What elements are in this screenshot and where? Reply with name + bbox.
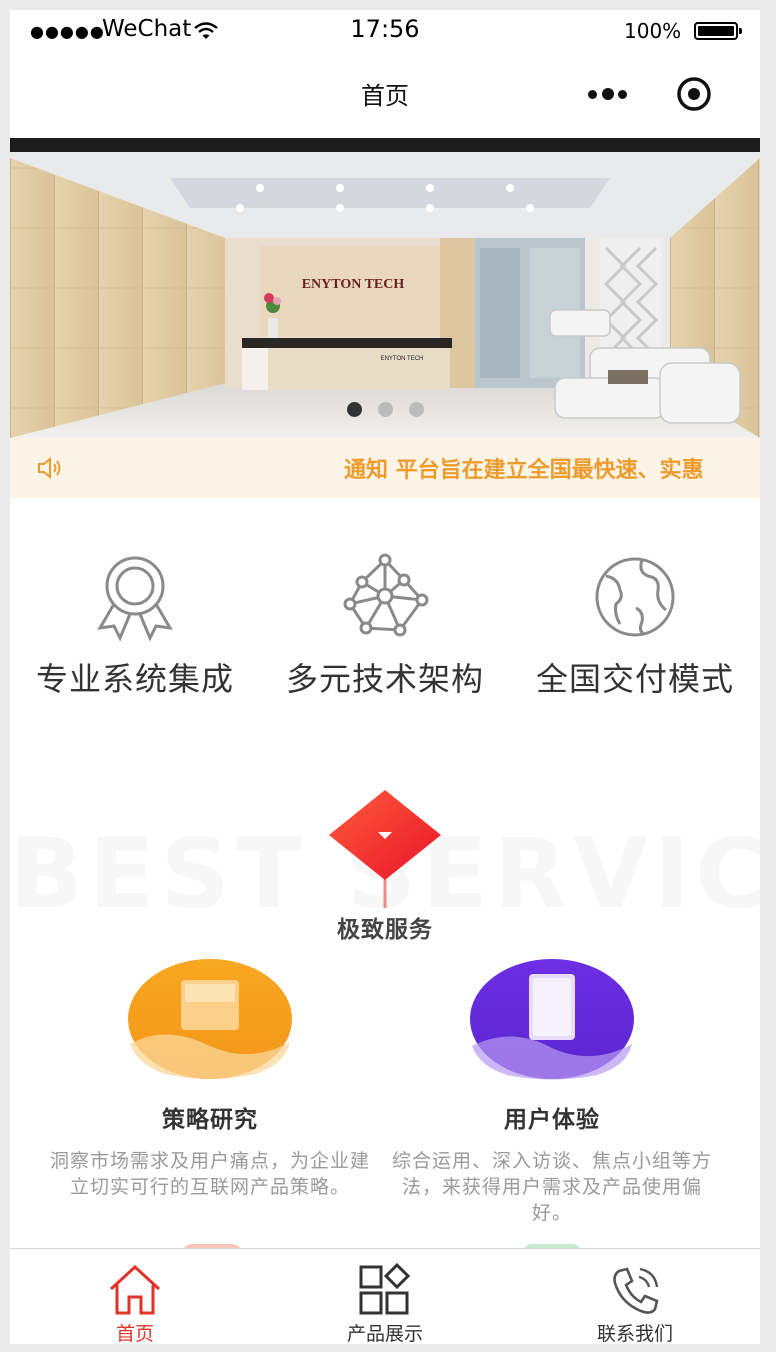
feature-label: 全国交付模式	[535, 660, 734, 698]
more-dots-icon[interactable]	[586, 82, 634, 106]
notice-text: 通知 平台旨在建立全国最快速、实惠	[344, 458, 704, 483]
tab-label: 首页	[115, 1323, 154, 1344]
tab-products[interactable]: 产品展示	[260, 1249, 510, 1344]
tab-bar: 首页 产品展示 联系我们	[10, 1248, 760, 1344]
feature-item-delivery[interactable]: 全国交付模式	[510, 552, 760, 700]
tab-home[interactable]: 首页	[10, 1249, 260, 1344]
carousel-dot[interactable]	[408, 402, 424, 417]
page-title: 首页	[361, 82, 409, 110]
globe-icon	[595, 557, 675, 637]
feature-label: 专业系统集成	[35, 660, 234, 698]
strategy-illustration-icon	[128, 959, 292, 1079]
phone-screen: ●●●●● WeChat 17:56 100% 首页 ENYTON TECH E…	[10, 10, 760, 1344]
service-card-user-experience[interactable]: 用户体验 综合运用、深入访谈、焦点小组等方法，来获得用户需求及产品使用偏好。	[392, 954, 712, 1226]
feature-label: 多元技术架构	[285, 660, 484, 698]
status-bar: ●●●●● WeChat 17:56 100%	[10, 10, 760, 52]
target-icon[interactable]	[676, 76, 712, 112]
home-icon	[109, 1264, 161, 1315]
feature-list: 专业系统集成 多元技术架构 全国交付模式	[10, 498, 760, 748]
service-card-strategy[interactable]: 策略研究 洞察市场需求及用户痛点，为企业建立切实可行的互联网产品策略。	[50, 954, 370, 1200]
tab-label: 产品展示	[346, 1323, 423, 1344]
network-nodes-icon	[343, 553, 429, 637]
carousel-dot[interactable]	[377, 402, 393, 417]
service-description: 综合运用、深入访谈、焦点小组等方法，来获得用户需求及产品使用偏好。	[392, 1150, 713, 1224]
notice-bar[interactable]: 通知 平台旨在建立全国最快速、实惠	[10, 438, 760, 498]
battery-icon	[694, 22, 742, 40]
service-name: 策略研究	[162, 1107, 258, 1133]
banner-carousel[interactable]: ENYTON TECH ENYTON TECH	[10, 138, 760, 438]
diamond-badge-icon	[329, 790, 441, 908]
tab-contact[interactable]: 联系我们	[510, 1249, 760, 1344]
award-ribbon-icon	[97, 556, 173, 642]
feature-item-architecture[interactable]: 多元技术架构	[260, 552, 510, 700]
battery-percent: 100%	[624, 19, 682, 43]
carousel-indicators	[10, 402, 760, 417]
office-lobby-image: ENYTON TECH ENYTON TECH	[10, 138, 760, 438]
feature-item-integration[interactable]: 专业系统集成	[10, 552, 260, 700]
carousel-dot[interactable]	[346, 402, 362, 417]
desk-text: ENYTON TECH	[381, 356, 424, 362]
service-description: 洞察市场需求及用户痛点，为企业建立切实可行的互联网产品策略。	[50, 1150, 371, 1198]
grid-apps-icon	[359, 1263, 411, 1315]
user-experience-illustration-icon	[470, 959, 634, 1080]
service-section-title: 极致服务	[337, 917, 433, 943]
service-name: 用户体验	[504, 1107, 600, 1133]
phone-icon	[613, 1267, 659, 1314]
navigation-bar: 首页	[10, 52, 760, 138]
speaker-icon	[38, 456, 61, 480]
tab-label: 联系我们	[596, 1323, 673, 1344]
sign-text: ENYTON TECH	[302, 277, 405, 292]
